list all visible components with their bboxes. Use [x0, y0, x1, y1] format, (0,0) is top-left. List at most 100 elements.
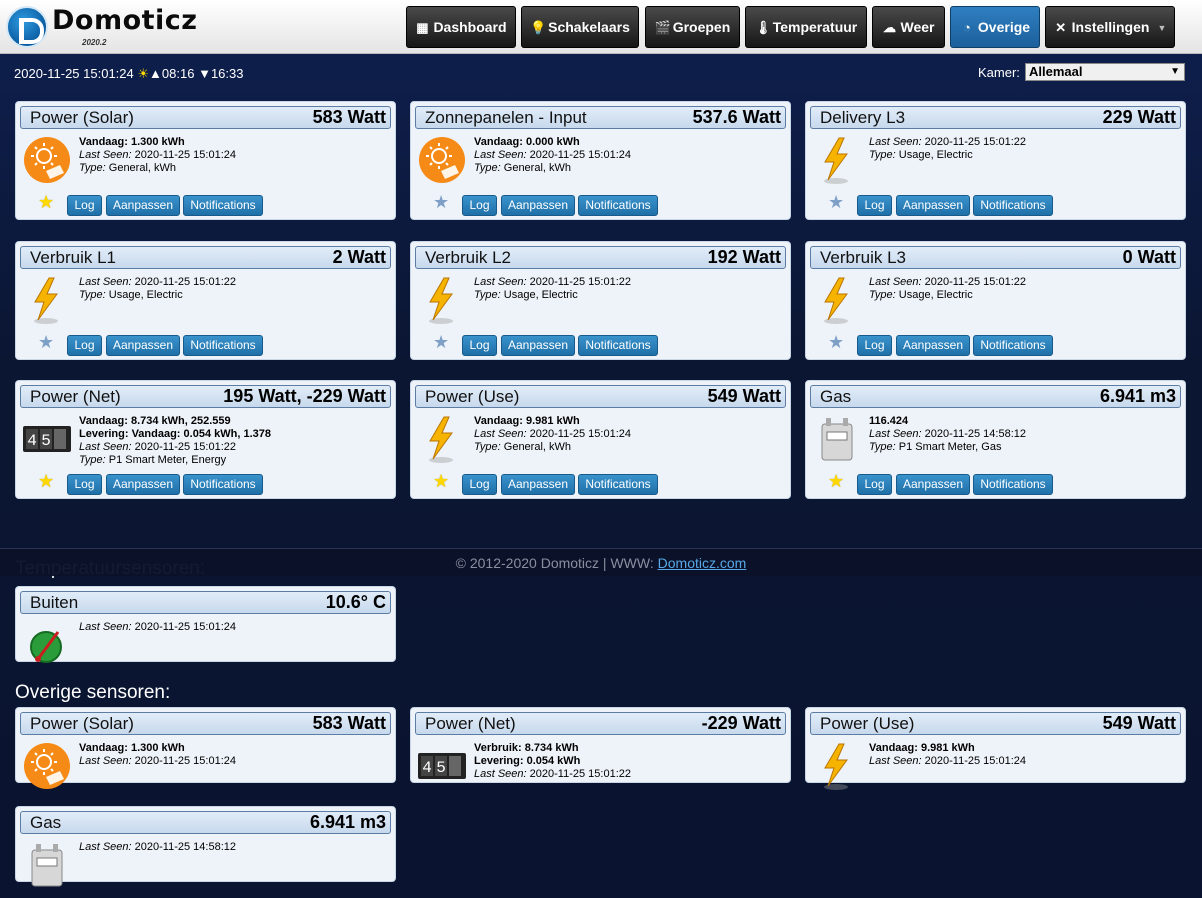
- gas-meter-icon[interactable]: [812, 414, 862, 464]
- favorite-star-icon[interactable]: ★: [38, 333, 54, 351]
- edit-button[interactable]: Aanpassen: [106, 335, 180, 356]
- device-name: Power (Use): [425, 387, 520, 406]
- favorite-star-icon[interactable]: ★: [828, 472, 844, 490]
- device-value: 2 Watt: [332, 247, 386, 267]
- device-name: Verbruik L1: [30, 248, 116, 267]
- detail-line: Vandaag: 9.981 kWh: [474, 415, 631, 428]
- device-card: Power (Use) 549 Watt Vandaag: 9.981 kWh Las…: [805, 707, 1186, 790]
- device-value: 229 Watt: [1102, 107, 1176, 127]
- meter-counter-icon[interactable]: 45: [22, 414, 72, 464]
- edit-button[interactable]: Aanpassen: [501, 195, 575, 216]
- device-name: Zonnepanelen - Input: [425, 108, 587, 127]
- gas-meter-icon[interactable]: [22, 840, 72, 890]
- notifications-button[interactable]: Notifications: [183, 195, 263, 216]
- nav-temperatuur-button[interactable]: 🌡Temperatuur: [745, 6, 867, 48]
- device-title-bar: Power (Net) 195 Watt, -229 Watt: [20, 385, 391, 408]
- device-value: 10.6° C: [325, 592, 386, 612]
- meter-counter-icon[interactable]: 45: [417, 741, 467, 791]
- notifications-button[interactable]: Notifications: [578, 195, 658, 216]
- favorite-star-icon[interactable]: ★: [38, 472, 54, 490]
- device-card: Power (Solar) 583 Watt Vandaag: 1.300 kWh L…: [15, 101, 396, 220]
- log-button[interactable]: Log: [67, 474, 102, 495]
- detail-label: Last Seen:: [869, 276, 925, 288]
- notifications-button[interactable]: Notifications: [973, 474, 1053, 495]
- detail-value: 2020-11-25 15:01:22: [924, 276, 1026, 288]
- detail-line: Last Seen: 2020-11-25 15:01:24: [79, 755, 236, 768]
- device-name: Delivery L3: [820, 108, 906, 127]
- detail-label: Type:: [79, 162, 109, 174]
- log-button[interactable]: Log: [462, 474, 497, 495]
- lightning-icon[interactable]: [812, 135, 862, 185]
- notifications-button[interactable]: Notifications: [973, 335, 1053, 356]
- detail-value: 2020-11-25 15:01:24: [529, 428, 631, 440]
- log-button[interactable]: Log: [67, 195, 102, 216]
- lightning-icon[interactable]: [812, 741, 862, 791]
- detail-label: Last Seen:: [869, 755, 925, 767]
- detail-value: 2020-11-25 15:01:24: [134, 621, 236, 633]
- detail-value: 2020-11-25 15:01:24: [924, 755, 1026, 767]
- nav-instellingen-button[interactable]: ✕ Instellingen ▼: [1045, 6, 1175, 48]
- nav-schakelaars-button[interactable]: 💡 Schakelaars: [521, 6, 639, 48]
- edit-button[interactable]: Aanpassen: [896, 195, 970, 216]
- clapper-icon: 🎬: [654, 20, 671, 35]
- kamer-select[interactable]: Allemaal ▼: [1025, 63, 1185, 81]
- favorite-star-icon[interactable]: ★: [828, 193, 844, 211]
- log-button[interactable]: Log: [857, 474, 892, 495]
- solar-icon[interactable]: [417, 135, 467, 185]
- detail-line: Vandaag: 9.981 kWh: [869, 742, 1026, 755]
- nav-groepen-button[interactable]: 🎬 Groepen: [645, 6, 740, 48]
- lightning-icon[interactable]: [812, 275, 862, 325]
- favorite-star-icon[interactable]: ★: [433, 472, 449, 490]
- log-button[interactable]: Log: [857, 195, 892, 216]
- detail-line: Vandaag: 1.300 kWh: [79, 742, 236, 755]
- footer-link[interactable]: Domoticz.com: [658, 555, 747, 571]
- lightning-icon[interactable]: [22, 275, 72, 325]
- device-title-bar: Power (Solar) 583 Watt: [20, 712, 391, 735]
- detail-label: Type:: [79, 454, 109, 466]
- thermometer-gauge-icon[interactable]: [22, 620, 72, 670]
- device-card: Power (Use) 549 Watt Vandaag: 9.981 kWh Las…: [410, 380, 791, 499]
- detail-line: Last Seen: 2020-11-25 15:01:24: [474, 149, 631, 162]
- edit-button[interactable]: Aanpassen: [501, 474, 575, 495]
- nav-dashboard-button[interactable]: ▦ Dashboard: [406, 6, 516, 48]
- notifications-button[interactable]: Notifications: [973, 195, 1053, 216]
- sunrise-up-icon: ▲: [149, 66, 162, 81]
- svg-text:5: 5: [436, 759, 446, 777]
- lightning-icon[interactable]: [417, 414, 467, 464]
- device-card: Zonnepanelen - Input 537.6 Watt Vandaag: 0…: [410, 101, 791, 220]
- favorite-star-icon[interactable]: ★: [828, 333, 844, 351]
- edit-button[interactable]: Aanpassen: [896, 474, 970, 495]
- sunset-down-icon: ▼: [198, 66, 211, 81]
- device-name: Power (Net): [30, 387, 121, 406]
- edit-button[interactable]: Aanpassen: [106, 195, 180, 216]
- chevron-down-icon: ▼: [1170, 66, 1180, 77]
- device-value: 549 Watt: [1102, 713, 1176, 733]
- nav-overige-button[interactable]: ◔ Overige: [950, 6, 1040, 48]
- device-title-bar: Zonnepanelen - Input 537.6 Watt: [415, 106, 786, 129]
- favorite-star-icon[interactable]: ★: [433, 193, 449, 211]
- log-button[interactable]: Log: [462, 195, 497, 216]
- edit-button[interactable]: Aanpassen: [896, 335, 970, 356]
- device-value: 0 Watt: [1122, 247, 1176, 267]
- favorite-star-icon[interactable]: ★: [433, 333, 449, 351]
- detail-label: Last Seen:: [474, 428, 530, 440]
- log-button[interactable]: Log: [857, 335, 892, 356]
- edit-button[interactable]: Aanpassen: [106, 474, 180, 495]
- notifications-button[interactable]: Notifications: [578, 335, 658, 356]
- solar-icon[interactable]: [22, 741, 72, 791]
- domoticz-logo-icon[interactable]: [6, 6, 48, 48]
- lightning-icon[interactable]: [417, 275, 467, 325]
- nav-label: Schakelaars: [548, 19, 630, 35]
- notifications-button[interactable]: Notifications: [183, 335, 263, 356]
- solar-icon[interactable]: [22, 135, 72, 185]
- notifications-button[interactable]: Notifications: [578, 474, 658, 495]
- edit-button[interactable]: Aanpassen: [501, 335, 575, 356]
- favorite-star-icon[interactable]: ★: [38, 193, 54, 211]
- device-name: Gas: [30, 813, 62, 832]
- device-details: Last Seen: 2020-11-25 15:01:22 Type: Usag…: [869, 276, 1026, 302]
- notifications-button[interactable]: Notifications: [183, 474, 263, 495]
- log-button[interactable]: Log: [462, 335, 497, 356]
- nav-weer-button[interactable]: ☁ Weer: [872, 6, 945, 48]
- detail-line: Vandaag: 0.000 kWh: [474, 136, 631, 149]
- log-button[interactable]: Log: [67, 335, 102, 356]
